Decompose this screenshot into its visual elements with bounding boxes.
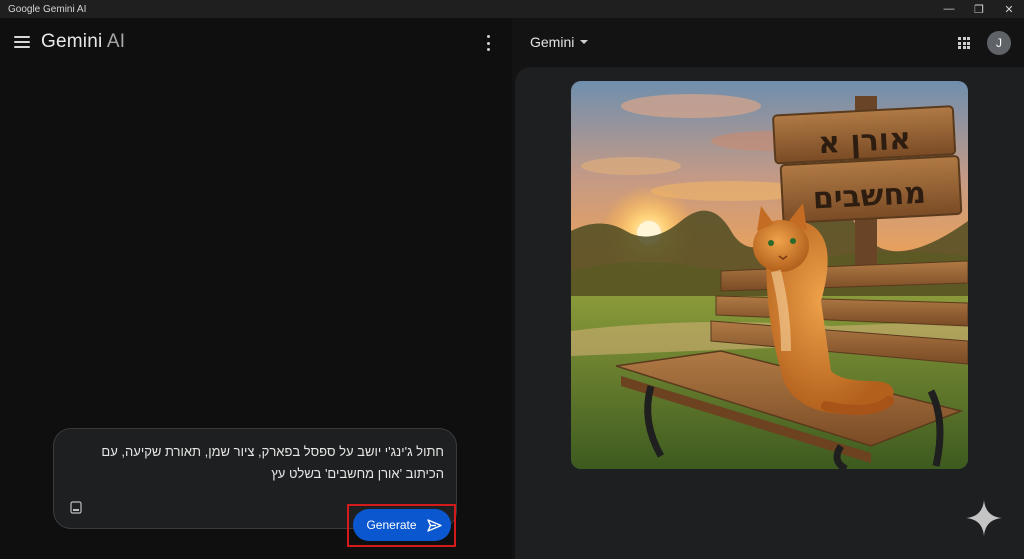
chevron-down-icon [580, 40, 589, 44]
gemini-sparkle-icon [966, 500, 1002, 536]
result-card: אורן א מחשבים [515, 67, 1024, 559]
avatar[interactable]: J [987, 31, 1011, 55]
model-selector[interactable]: Gemini [530, 34, 589, 50]
more-vert-icon[interactable] [484, 35, 492, 51]
close-button[interactable]: ✕ [994, 0, 1024, 18]
minimize-button[interactable]: — [934, 0, 964, 18]
window-titlebar: Google Gemini AI — ❐ ✕ [0, 0, 1024, 18]
window-controls: — ❐ ✕ [934, 0, 1024, 18]
send-icon [426, 518, 442, 532]
result-pane: Gemini J אורן א מחשבים [512, 18, 1024, 559]
brand-suffix: AI [102, 31, 126, 52]
image-attach-icon[interactable] [70, 501, 82, 514]
menu-icon[interactable] [14, 36, 30, 48]
prompt-input[interactable]: חתול ג'ינג'י יושב על ספסל בפארק, ציור שמ… [66, 441, 444, 485]
brand-name: Gemini [41, 31, 103, 52]
sign-line-1: אורן א [817, 121, 912, 161]
generated-image-art: אורן א מחשבים [571, 81, 968, 469]
window-title: Google Gemini AI [8, 3, 87, 15]
apps-grid-icon[interactable] [958, 37, 970, 49]
model-label: Gemini [530, 34, 575, 50]
generated-image[interactable]: אורן א מחשבים [571, 81, 968, 469]
left-header: Gemini AI [0, 18, 512, 68]
generate-button[interactable]: Generate [353, 509, 451, 541]
generate-label: Generate [366, 518, 417, 532]
app-brand: Gemini AI [41, 31, 125, 53]
sign-line-2: מחשבים [812, 176, 927, 217]
restore-button[interactable]: ❐ [964, 0, 994, 18]
